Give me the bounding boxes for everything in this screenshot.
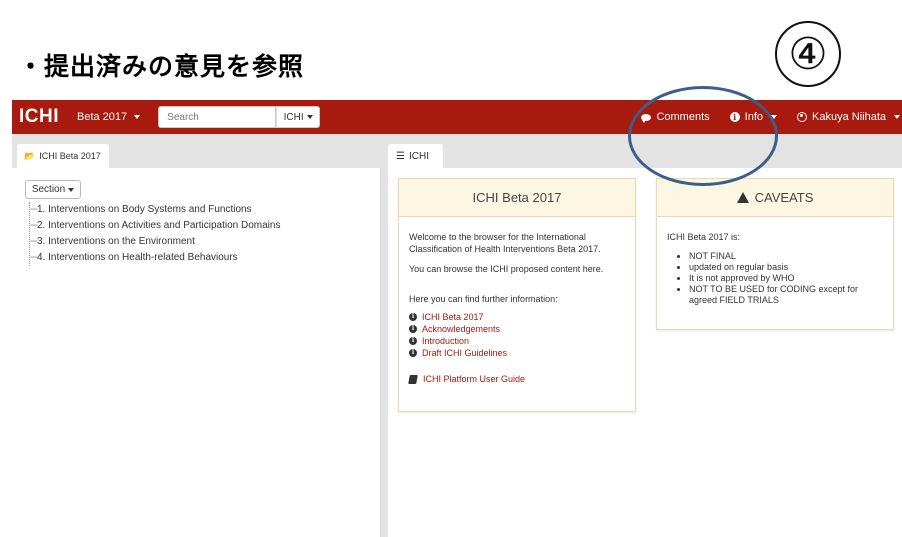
tree-panel: Section ---1. Interventions on Body Syst…: [12, 168, 381, 537]
section-dropdown[interactable]: Section: [25, 180, 81, 199]
link-acknowledgements[interactable]: Acknowledgements: [422, 323, 500, 335]
caveats-card: CAVEATS ICHI Beta 2017 is: NOT FINAL upd…: [656, 178, 894, 330]
link-guidelines[interactable]: Draft ICHI Guidelines: [422, 347, 507, 359]
warning-icon: [736, 192, 749, 203]
content-panel: ICHI Beta 2017 Welcome to the browser fo…: [388, 168, 902, 537]
book-icon: [408, 374, 418, 384]
chapter-tree: ---1. Interventions on Body Systems and …: [29, 202, 280, 266]
tab-ichi-beta[interactable]: 📂 ICHI Beta 2017: [17, 144, 109, 168]
list-item: i ICHI Beta 2017: [409, 311, 625, 323]
info-links: i ICHI Beta 2017 i Acknowledgements i Intro…: [409, 311, 625, 359]
list-item: NOT TO BE USED for CODING except for agr…: [689, 284, 883, 306]
info-icon: i: [409, 325, 417, 333]
welcome-text: Welcome to the browser for the Internati…: [409, 232, 601, 254]
user-icon: [797, 112, 807, 122]
list-item: i Acknowledgements: [409, 323, 625, 335]
link-user-guide[interactable]: ICHI Platform User Guide: [423, 373, 525, 385]
search-group: ICHI: [158, 106, 321, 128]
section-label: Section: [31, 184, 66, 195]
chevron-down-icon: [894, 115, 900, 119]
caveats-list: NOT FINAL updated on regular basis It is…: [689, 251, 883, 306]
step-number-badge: ④: [775, 21, 841, 87]
tree-item[interactable]: ---1. Interventions on Body Systems and …: [30, 202, 280, 218]
tab-label: ICHI: [408, 150, 429, 162]
info-icon: i: [409, 337, 417, 345]
link-ichi-beta[interactable]: ICHI Beta 2017: [422, 311, 484, 323]
tree-item[interactable]: ---4. Interventions on Health-related Be…: [30, 250, 280, 266]
user-menu[interactable]: Kakuya Niihata: [797, 111, 900, 123]
caveats-intro: ICHI Beta 2017 is:: [667, 232, 741, 242]
highlight-ellipse: [628, 86, 778, 186]
chevron-down-icon: [134, 115, 141, 119]
chevron-down-icon: [68, 187, 75, 192]
list-item: It is not approved by WHO: [689, 273, 883, 284]
caveats-title-label: CAVEATS: [754, 190, 814, 205]
tab-ichi[interactable]: ☰ ICHI: [388, 144, 443, 168]
list-item: NOT FINAL: [689, 251, 883, 262]
list-item: i Introduction: [409, 335, 625, 347]
info-card: ICHI Beta 2017 Welcome to the browser fo…: [398, 178, 636, 412]
link-introduction[interactable]: Introduction: [422, 335, 469, 347]
further-info-text: Here you can find further information:: [409, 294, 558, 304]
list-item: updated on regular basis: [689, 262, 883, 273]
search-scope-dropdown[interactable]: ICHI: [276, 106, 321, 128]
slide-heading: ・提出済みの意見を参照: [18, 52, 305, 81]
chevron-down-icon: [306, 115, 313, 119]
app-window: ICHI Beta 2017 ICHI Comments i Info: [12, 100, 902, 537]
info-icon: i: [409, 313, 417, 321]
tree-item[interactable]: ---2. Interventions on Activities and Pa…: [30, 218, 280, 234]
info-icon: i: [409, 349, 417, 357]
folder-icon: 📂: [24, 150, 36, 161]
brand-logo[interactable]: ICHI: [19, 106, 59, 128]
search-scope-label: ICHI: [283, 111, 304, 123]
info-card-title: ICHI Beta 2017: [399, 179, 635, 217]
tab-label: ICHI Beta 2017: [39, 151, 101, 161]
list-item: i Draft ICHI Guidelines: [409, 347, 625, 359]
browse-text: You can browse the ICHI proposed content…: [409, 264, 604, 274]
version-dropdown[interactable]: Beta 2017: [77, 111, 141, 123]
user-guide-row: ICHI Platform User Guide: [408, 373, 625, 385]
search-input[interactable]: [158, 106, 277, 128]
tree-item[interactable]: ---3. Interventions on the Environment: [30, 234, 280, 250]
list-icon: ☰: [396, 150, 405, 162]
version-label: Beta 2017: [77, 111, 128, 123]
user-name: Kakuya Niihata: [812, 111, 886, 123]
